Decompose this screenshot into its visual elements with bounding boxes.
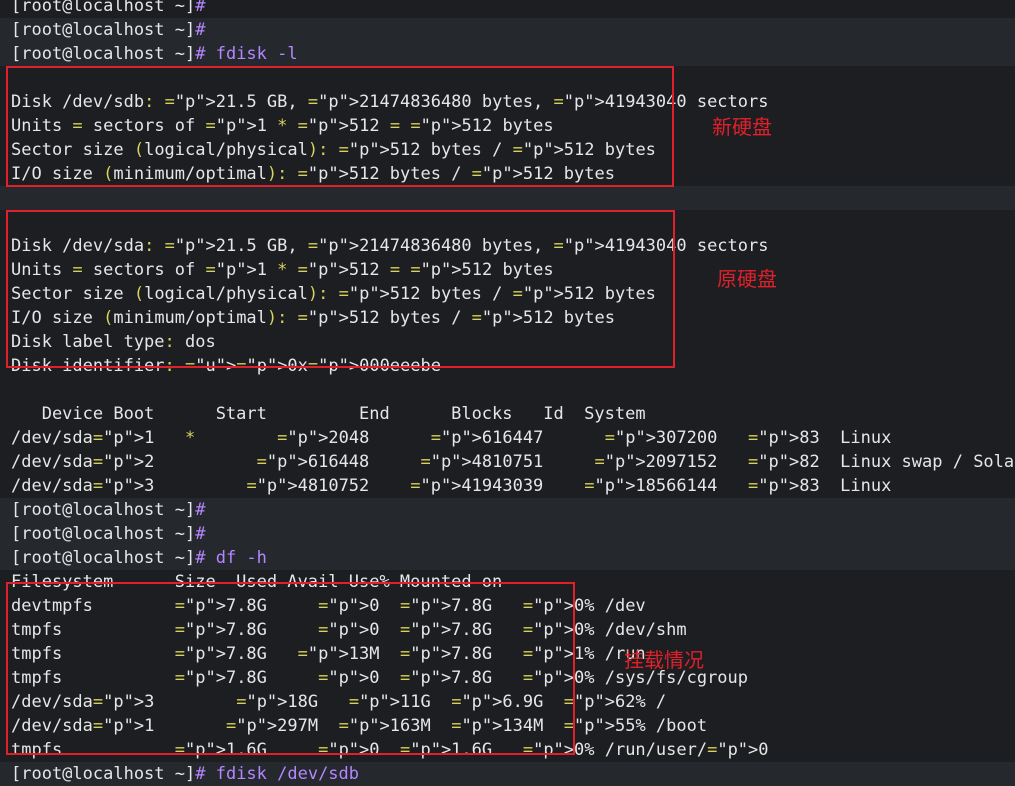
old-disk-box [6, 210, 675, 368]
terminal-line: [root@localhost ~]# [0, 498, 1015, 522]
old-disk-label: 原硬盘 [717, 267, 777, 291]
mounts-label: 挂载情况 [624, 648, 704, 672]
terminal-line: /dev/sda="p">2 ="p">616448 ="p">4810751 … [11, 452, 1015, 472]
terminal-line: [root@localhost ~]# [0, 18, 1015, 42]
terminal-line: Device Boot Start End Blocks Id System [11, 404, 646, 424]
terminal-line: /dev/sda="p">3 ="p">4810752 ="p">4194303… [11, 476, 892, 496]
terminal-line: [root@localhost ~]# fdisk /dev/sdb [0, 762, 1015, 786]
terminal-line [0, 186, 1015, 210]
terminal-line: [root@localhost ~]# [0, 522, 1015, 546]
terminal-line: /dev/sda="p">1 * ="p">2048 ="p">616447 =… [11, 428, 892, 448]
terminal-line: [root@localhost ~]# fdisk -l [0, 42, 1015, 66]
terminal-line: [root@localhost ~]# df -h [0, 546, 1015, 570]
new-disk-label: 新硬盘 [712, 115, 772, 139]
mounts-box [6, 582, 575, 755]
new-disk-box [6, 66, 674, 187]
terminal-line: [root@localhost ~]# [11, 0, 206, 16]
